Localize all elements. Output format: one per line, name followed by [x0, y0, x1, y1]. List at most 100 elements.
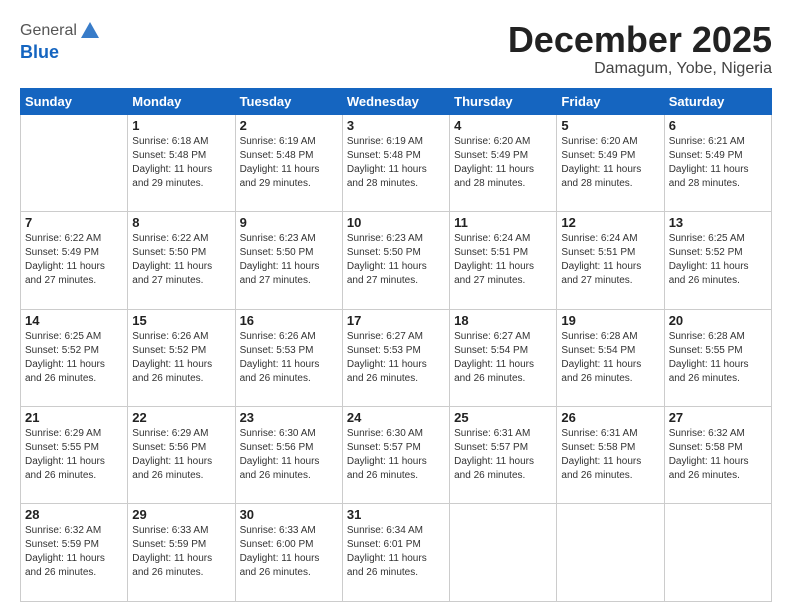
calendar-cell: 29 Sunrise: 6:33 AM Sunset: 5:59 PM Dayli… [128, 504, 235, 602]
calendar-cell: 8 Sunrise: 6:22 AM Sunset: 5:50 PM Daylig… [128, 212, 235, 309]
day-info: Sunrise: 6:28 AM Sunset: 5:55 PM Dayligh… [669, 330, 767, 386]
calendar-cell: 10 Sunrise: 6:23 AM Sunset: 5:50 PM Dayli… [342, 212, 449, 309]
day-number: 20 [669, 313, 767, 328]
calendar-cell: 12 Sunrise: 6:24 AM Sunset: 5:51 PM Dayli… [557, 212, 664, 309]
day-info: Sunrise: 6:34 AM Sunset: 6:01 PM Dayligh… [347, 524, 445, 580]
day-number: 28 [25, 507, 123, 522]
weekday-header-row: Sunday Monday Tuesday Wednesday Thursday… [21, 88, 772, 114]
day-info: Sunrise: 6:24 AM Sunset: 5:51 PM Dayligh… [454, 232, 552, 288]
calendar-cell: 17 Sunrise: 6:27 AM Sunset: 5:53 PM Dayli… [342, 309, 449, 406]
day-number: 23 [240, 410, 338, 425]
day-info: Sunrise: 6:32 AM Sunset: 5:58 PM Dayligh… [669, 427, 767, 483]
day-info: Sunrise: 6:33 AM Sunset: 6:00 PM Dayligh… [240, 524, 338, 580]
calendar-cell: 22Sunrise: 6:29 AM Sunset: 5:56 PM Dayli… [128, 407, 235, 504]
day-number: 29 [132, 507, 230, 522]
calendar-table: Sunday Monday Tuesday Wednesday Thursday… [20, 88, 772, 602]
day-info: Sunrise: 6:23 AM Sunset: 5:50 PM Dayligh… [240, 232, 338, 288]
day-info: Sunrise: 6:22 AM Sunset: 5:49 PM Dayligh… [25, 232, 123, 288]
location-subtitle: Damagum, Yobe, Nigeria [508, 60, 772, 78]
day-number: 30 [240, 507, 338, 522]
logo: General Blue [20, 20, 101, 63]
day-info: Sunrise: 6:24 AM Sunset: 5:51 PM Dayligh… [561, 232, 659, 288]
day-number: 7 [25, 215, 123, 230]
day-info: Sunrise: 6:23 AM Sunset: 5:50 PM Dayligh… [347, 232, 445, 288]
day-info: Sunrise: 6:22 AM Sunset: 5:50 PM Dayligh… [132, 232, 230, 288]
day-info: Sunrise: 6:30 AM Sunset: 5:57 PM Dayligh… [347, 427, 445, 483]
calendar-cell: 14 Sunrise: 6:25 AM Sunset: 5:52 PM Dayli… [21, 309, 128, 406]
calendar-cell [450, 504, 557, 602]
day-info: Sunrise: 6:21 AM Sunset: 5:49 PM Dayligh… [669, 135, 767, 191]
calendar-cell: 31 Sunrise: 6:34 AM Sunset: 6:01 PM Dayli… [342, 504, 449, 602]
day-info: Sunrise: 6:19 AM Sunset: 5:48 PM Dayligh… [347, 135, 445, 191]
header: General Blue December 2025 Damagum, Yobe… [20, 20, 772, 78]
day-number: 14 [25, 313, 123, 328]
calendar-cell [664, 504, 771, 602]
header-saturday: Saturday [664, 88, 771, 114]
calendar-cell: 1 Sunrise: 6:18 AM Sunset: 5:48 PM Daylig… [128, 114, 235, 211]
title-area: December 2025 Damagum, Yobe, Nigeria [508, 20, 772, 78]
calendar-week-row: 28 Sunrise: 6:32 AM Sunset: 5:59 PM Dayli… [21, 504, 772, 602]
day-info: Sunrise: 6:29 AM Sunset: 5:55 PM Dayligh… [25, 427, 123, 483]
day-info: Sunrise: 6:27 AM Sunset: 5:53 PM Dayligh… [347, 330, 445, 386]
day-info: Sunrise: 6:27 AM Sunset: 5:54 PM Dayligh… [454, 330, 552, 386]
day-number: 27 [669, 410, 767, 425]
calendar-week-row: 1 Sunrise: 6:18 AM Sunset: 5:48 PM Daylig… [21, 114, 772, 211]
calendar-week-row: 14 Sunrise: 6:25 AM Sunset: 5:52 PM Dayli… [21, 309, 772, 406]
calendar-cell [21, 114, 128, 211]
day-number: 13 [669, 215, 767, 230]
calendar-cell: 13 Sunrise: 6:25 AM Sunset: 5:52 PM Dayli… [664, 212, 771, 309]
day-info: Sunrise: 6:25 AM Sunset: 5:52 PM Dayligh… [669, 232, 767, 288]
calendar-cell: 16Sunrise: 6:26 AM Sunset: 5:53 PM Dayli… [235, 309, 342, 406]
month-title: December 2025 [508, 20, 772, 60]
day-info: Sunrise: 6:26 AM Sunset: 5:52 PM Dayligh… [132, 330, 230, 386]
day-number: 15 [132, 313, 230, 328]
calendar-cell: 30 Sunrise: 6:33 AM Sunset: 6:00 PM Dayli… [235, 504, 342, 602]
calendar-cell: 6Sunrise: 6:21 AM Sunset: 5:49 PM Daylig… [664, 114, 771, 211]
day-info: Sunrise: 6:25 AM Sunset: 5:52 PM Dayligh… [25, 330, 123, 386]
day-number: 3 [347, 118, 445, 133]
logo-blue-text: Blue [20, 42, 59, 62]
calendar-cell: 27 Sunrise: 6:32 AM Sunset: 5:58 PM Dayli… [664, 407, 771, 504]
calendar-cell: 19Sunrise: 6:28 AM Sunset: 5:54 PM Dayli… [557, 309, 664, 406]
day-number: 4 [454, 118, 552, 133]
calendar-cell: 15 Sunrise: 6:26 AM Sunset: 5:52 PM Dayli… [128, 309, 235, 406]
day-number: 31 [347, 507, 445, 522]
calendar-week-row: 7 Sunrise: 6:22 AM Sunset: 5:49 PM Daylig… [21, 212, 772, 309]
page: General Blue December 2025 Damagum, Yobe… [0, 0, 792, 612]
day-info: Sunrise: 6:32 AM Sunset: 5:59 PM Dayligh… [25, 524, 123, 580]
day-info: Sunrise: 6:20 AM Sunset: 5:49 PM Dayligh… [561, 135, 659, 191]
calendar-cell [557, 504, 664, 602]
day-info: Sunrise: 6:33 AM Sunset: 5:59 PM Dayligh… [132, 524, 230, 580]
calendar-cell: 20 Sunrise: 6:28 AM Sunset: 5:55 PM Dayli… [664, 309, 771, 406]
day-number: 10 [347, 215, 445, 230]
calendar-cell: 3 Sunrise: 6:19 AM Sunset: 5:48 PM Daylig… [342, 114, 449, 211]
day-info: Sunrise: 6:26 AM Sunset: 5:53 PM Dayligh… [240, 330, 338, 386]
day-number: 1 [132, 118, 230, 133]
header-wednesday: Wednesday [342, 88, 449, 114]
day-info: Sunrise: 6:28 AM Sunset: 5:54 PM Dayligh… [561, 330, 659, 386]
day-info: Sunrise: 6:18 AM Sunset: 5:48 PM Dayligh… [132, 135, 230, 191]
day-number: 11 [454, 215, 552, 230]
day-number: 17 [347, 313, 445, 328]
header-monday: Monday [128, 88, 235, 114]
header-thursday: Thursday [450, 88, 557, 114]
calendar-cell: 4 Sunrise: 6:20 AM Sunset: 5:49 PM Daylig… [450, 114, 557, 211]
day-number: 8 [132, 215, 230, 230]
calendar-cell: 9Sunrise: 6:23 AM Sunset: 5:50 PM Daylig… [235, 212, 342, 309]
calendar-cell: 24 Sunrise: 6:30 AM Sunset: 5:57 PM Dayli… [342, 407, 449, 504]
calendar-cell: 23Sunrise: 6:30 AM Sunset: 5:56 PM Dayli… [235, 407, 342, 504]
day-number: 2 [240, 118, 338, 133]
day-info: Sunrise: 6:20 AM Sunset: 5:49 PM Dayligh… [454, 135, 552, 191]
day-number: 12 [561, 215, 659, 230]
day-number: 18 [454, 313, 552, 328]
calendar-cell: 7 Sunrise: 6:22 AM Sunset: 5:49 PM Daylig… [21, 212, 128, 309]
calendar-cell: 25Sunrise: 6:31 AM Sunset: 5:57 PM Dayli… [450, 407, 557, 504]
day-number: 24 [347, 410, 445, 425]
calendar-week-row: 21Sunrise: 6:29 AM Sunset: 5:55 PM Dayli… [21, 407, 772, 504]
day-info: Sunrise: 6:29 AM Sunset: 5:56 PM Dayligh… [132, 427, 230, 483]
day-info: Sunrise: 6:19 AM Sunset: 5:48 PM Dayligh… [240, 135, 338, 191]
logo-icon [79, 20, 101, 42]
day-info: Sunrise: 6:31 AM Sunset: 5:58 PM Dayligh… [561, 427, 659, 483]
logo-general-text: General [20, 22, 77, 40]
calendar-cell: 21Sunrise: 6:29 AM Sunset: 5:55 PM Dayli… [21, 407, 128, 504]
